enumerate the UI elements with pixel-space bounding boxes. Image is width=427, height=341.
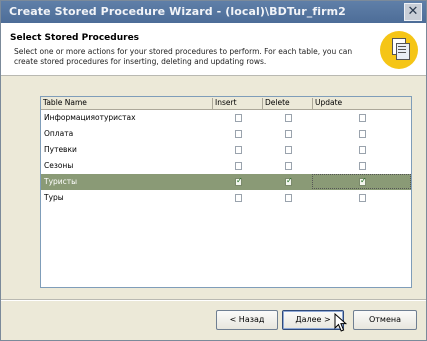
table-name-cell: Путевки xyxy=(44,145,77,154)
back-button[interactable]: < Назад xyxy=(216,310,278,330)
insert-checkbox[interactable] xyxy=(235,146,242,154)
table-name-cell: Оплата xyxy=(44,129,74,138)
close-icon: ✕ xyxy=(407,4,419,19)
grid-lines-icon xyxy=(398,46,406,55)
table-row[interactable]: Информацияотуристах xyxy=(41,110,411,126)
table-row[interactable]: Оплата xyxy=(41,126,411,142)
column-header-update[interactable]: Update xyxy=(313,98,411,109)
page-title: Select Stored Procedures xyxy=(10,33,140,43)
title-bar[interactable]: Create Stored Procedure Wizard - (local)… xyxy=(1,1,426,23)
window-title: Create Stored Procedure Wizard - (local)… xyxy=(9,5,346,18)
table-row[interactable]: Туры xyxy=(41,190,411,206)
column-header-table-name[interactable]: Table Name xyxy=(41,98,213,109)
delete-checkbox[interactable] xyxy=(285,146,292,154)
column-header-delete[interactable]: Delete xyxy=(263,98,313,109)
table-name-cell: Туры xyxy=(44,193,64,202)
mouse-pointer-icon xyxy=(334,313,348,332)
insert-checkbox[interactable] xyxy=(235,130,242,138)
delete-checkbox[interactable] xyxy=(285,114,292,122)
update-checkbox[interactable] xyxy=(359,130,366,138)
update-checkbox[interactable] xyxy=(359,176,367,186)
insert-checkbox[interactable] xyxy=(235,194,242,202)
update-checkbox[interactable] xyxy=(359,114,366,122)
insert-checkbox[interactable] xyxy=(235,114,242,122)
table-name-cell: Информацияотуристах xyxy=(44,113,136,122)
column-header-insert[interactable]: Insert xyxy=(213,98,263,109)
delete-checkbox[interactable] xyxy=(285,194,292,202)
stored-procedure-wizard-icon xyxy=(380,31,418,69)
update-checkbox[interactable] xyxy=(359,162,366,170)
table-name-cell: Туристы xyxy=(44,177,78,186)
wizard-window: Create Stored Procedure Wizard - (local)… xyxy=(0,0,427,341)
close-button[interactable]: ✕ xyxy=(404,3,422,21)
page-description: Select one or more actions for your stor… xyxy=(14,47,353,66)
delete-checkbox[interactable] xyxy=(285,176,293,186)
wizard-header: Select Stored Procedures Select one or m… xyxy=(1,23,426,76)
grid-header: Table Name Insert Delete Update xyxy=(41,97,411,110)
cancel-button[interactable]: Отмена xyxy=(353,310,417,330)
table-row-selected[interactable]: Туристы xyxy=(41,174,411,190)
delete-checkbox[interactable] xyxy=(285,130,292,138)
table-name-cell: Сезоны xyxy=(44,161,74,170)
table-row[interactable]: Сезоны xyxy=(41,158,411,174)
update-checkbox[interactable] xyxy=(359,146,366,154)
delete-checkbox[interactable] xyxy=(285,162,292,170)
tables-grid[interactable]: Table Name Insert Delete Update Информац… xyxy=(40,96,412,288)
insert-checkbox[interactable] xyxy=(235,162,242,170)
update-checkbox[interactable] xyxy=(359,194,366,202)
insert-checkbox[interactable] xyxy=(235,176,243,186)
footer-divider-highlight xyxy=(1,300,426,301)
table-row[interactable]: Путевки xyxy=(41,142,411,158)
